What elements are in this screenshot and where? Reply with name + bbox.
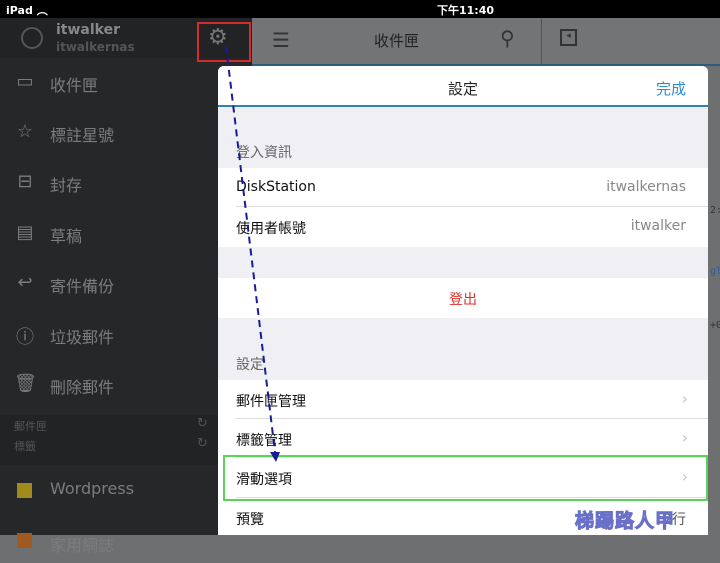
arrow-head xyxy=(270,452,280,462)
annotation-arrow xyxy=(225,45,280,462)
dashed-line xyxy=(225,45,276,453)
label-color-icon xyxy=(17,533,32,548)
